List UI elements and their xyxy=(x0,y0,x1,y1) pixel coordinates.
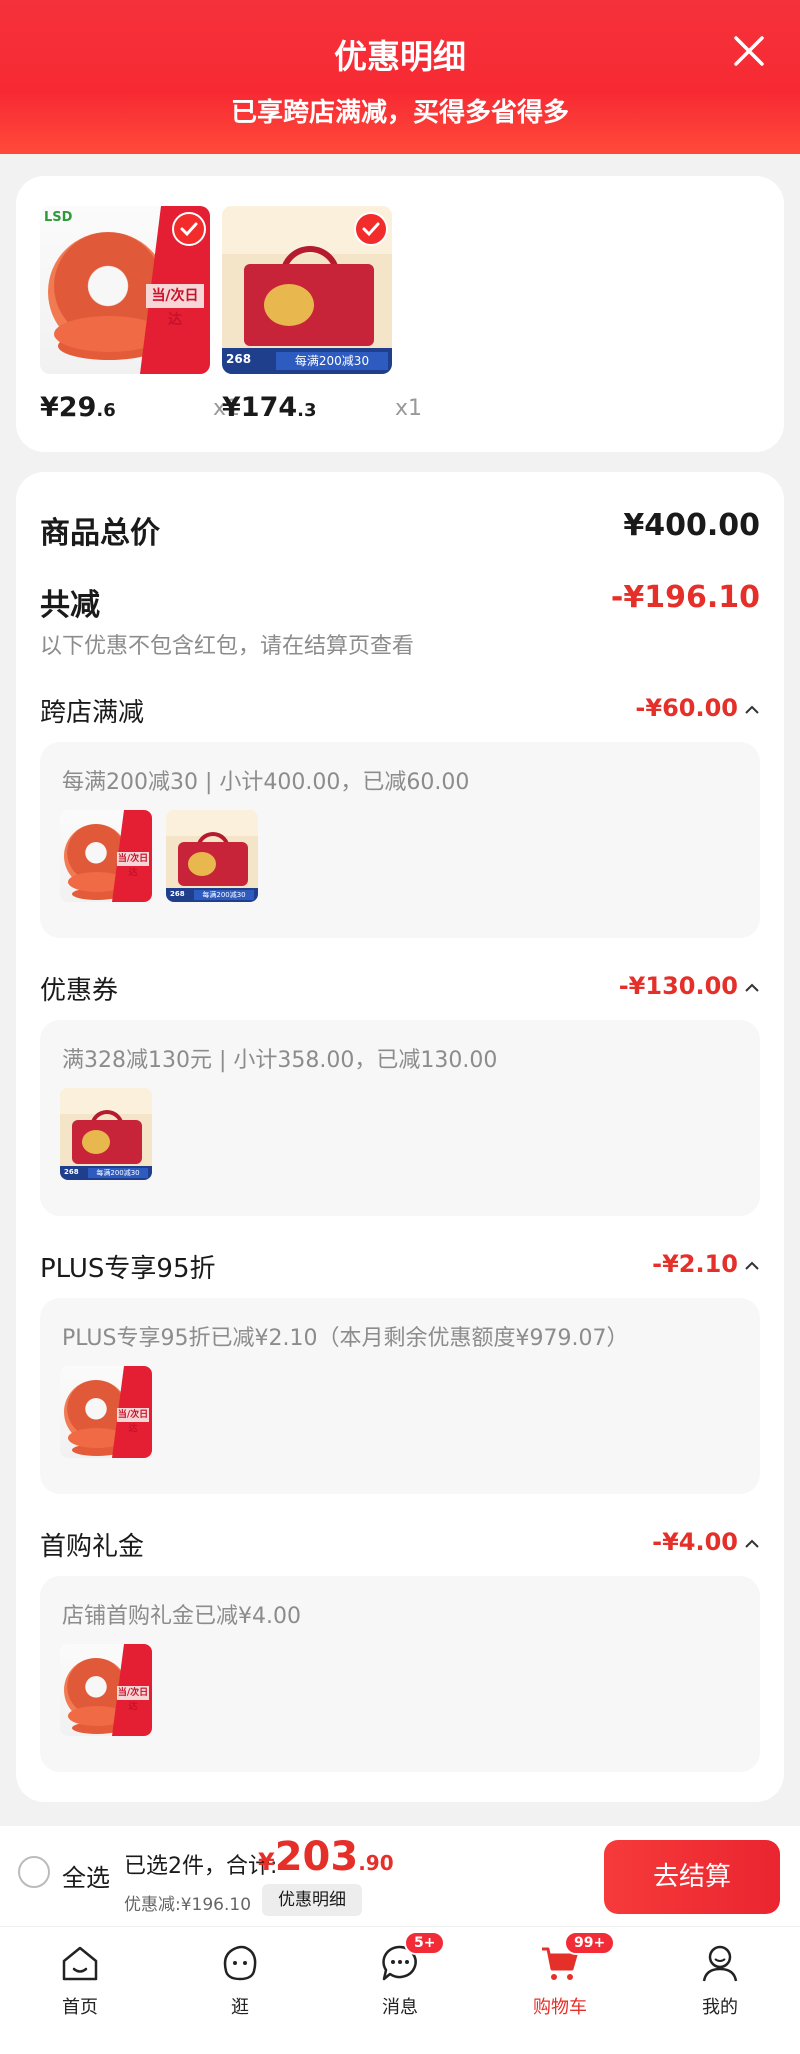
selected-products-card: 当/次日达 LSD ¥29.6 x1 268 每满200减30 ¥174.3 x1 xyxy=(16,176,784,452)
chevron-up-icon[interactable] xyxy=(744,980,760,996)
tab-label: 逛 xyxy=(231,1997,249,2018)
cart-badge: 99+ xyxy=(564,1931,616,1955)
checkout-button[interactable]: 去结算 xyxy=(604,1840,780,1914)
section-value: -¥130.00 xyxy=(618,972,738,1000)
selected-summary: 已选2件，合计: xyxy=(124,1854,278,1879)
tab-label: 消息 xyxy=(382,1997,418,2018)
section-cross-store-detail: 每满200减30 | 小计400.00，已减60.00 当/次日达 268 每满2… xyxy=(40,742,760,938)
tab-home[interactable]: 首页 xyxy=(20,1941,140,2019)
header: 优惠明细 已享跨店满减，买得多省得多 xyxy=(0,0,800,154)
checked-icon xyxy=(172,212,206,246)
total-price-value: ¥400.00 xyxy=(623,508,760,543)
discount-note: 以下优惠不包含红包，请在结算页查看 xyxy=(40,634,415,659)
message-icon: 5+ xyxy=(378,1931,446,1985)
product-thumb-tape: 当/次日达 xyxy=(60,1366,152,1458)
section-desc: PLUS专享95折已减¥2.10（本月剩余优惠额度¥979.07） xyxy=(62,1326,629,1351)
section-label: PLUS专享95折 xyxy=(40,1254,216,1284)
close-icon[interactable] xyxy=(728,30,770,72)
cart-icon: 99+ xyxy=(538,1931,616,1985)
message-badge: 5+ xyxy=(404,1931,446,1955)
discount-detail-button[interactable]: 优惠明细 xyxy=(262,1884,362,1916)
checkout-bar: 全选 已选2件，合计: ¥203.90 优惠减:¥196.10 优惠明细 去结算 xyxy=(0,1826,800,1926)
section-desc: 店铺首购礼金已减¥4.00 xyxy=(62,1604,301,1629)
section-desc: 满328减130元 | 小计358.00，已减130.00 xyxy=(62,1048,498,1073)
total-amount: ¥203.90 xyxy=(258,1834,394,1880)
section-value: -¥60.00 xyxy=(635,694,738,722)
select-all-radio[interactable] xyxy=(18,1856,50,1888)
section-coupon-header[interactable]: 优惠券 -¥130.00 xyxy=(40,970,760,1010)
product-thumb-tape: 当/次日达 xyxy=(60,1644,152,1736)
checked-icon xyxy=(354,212,388,246)
browse-icon xyxy=(218,1941,262,1985)
tab-browse[interactable]: 逛 xyxy=(180,1941,300,2019)
product-item[interactable]: 268 每满200减30 ¥174.3 x1 xyxy=(222,206,422,423)
total-reduce-value: -¥196.10 xyxy=(610,580,760,615)
total-price-label: 商品总价 xyxy=(40,516,160,551)
section-first-buy-detail: 店铺首购礼金已减¥4.00 当/次日达 xyxy=(40,1576,760,1772)
section-label: 首购礼金 xyxy=(40,1532,145,1562)
bottom-tab-bar: 首页 逛 5+ 消息 99+ 购物车 我的 xyxy=(0,1926,800,2054)
tab-profile[interactable]: 我的 xyxy=(660,1941,780,2019)
profile-icon xyxy=(698,1941,742,1985)
section-label: 跨店满减 xyxy=(40,698,145,728)
chevron-up-icon[interactable] xyxy=(744,1536,760,1552)
total-reduce-label: 共减 xyxy=(40,588,100,623)
product-item[interactable]: 当/次日达 LSD ¥29.6 x1 xyxy=(40,206,240,423)
chevron-up-icon[interactable] xyxy=(744,1258,760,1274)
product-price: ¥29.6 x1 xyxy=(40,392,240,423)
product-thumb-gift: 268 每满200减30 xyxy=(166,810,258,902)
product-image-gift: 268 每满200减30 xyxy=(222,206,392,374)
product-thumb-gift: 268 每满200减30 xyxy=(60,1088,152,1180)
section-label: 优惠券 xyxy=(40,976,119,1006)
product-thumb-tape: 当/次日达 xyxy=(60,810,152,902)
section-coupon-detail: 满328减130元 | 小计358.00，已减130.00 268 每满200减3… xyxy=(40,1020,760,1216)
section-plus-detail: PLUS专享95折已减¥2.10（本月剩余优惠额度¥979.07） 当/次日达 xyxy=(40,1298,760,1494)
discount-amount: 优惠减:¥196.10 xyxy=(124,1895,252,1915)
chevron-up-icon[interactable] xyxy=(744,702,760,718)
discount-summary-card: 商品总价 ¥400.00 共减 -¥196.10 以下优惠不包含红包，请在结算页… xyxy=(16,472,784,1802)
section-cross-store-header[interactable]: 跨店满减 -¥60.00 xyxy=(40,692,760,732)
select-all-label[interactable]: 全选 xyxy=(62,1858,110,1893)
tab-label: 我的 xyxy=(702,1997,738,2018)
page-subtitle: 已享跨店满减，买得多省得多 xyxy=(230,98,569,128)
section-desc: 每满200减30 | 小计400.00，已减60.00 xyxy=(62,770,470,795)
tab-label: 首页 xyxy=(62,1997,98,2018)
tab-messages[interactable]: 5+ 消息 xyxy=(340,1931,460,2019)
page-title: 优惠明细 xyxy=(334,37,466,76)
product-image-tape: 当/次日达 LSD xyxy=(40,206,210,374)
section-first-buy-header[interactable]: 首购礼金 -¥4.00 xyxy=(40,1526,760,1566)
home-icon xyxy=(58,1941,102,1985)
product-price: ¥174.3 x1 xyxy=(222,392,422,423)
section-plus-header[interactable]: PLUS专享95折 -¥2.10 xyxy=(40,1248,760,1288)
tab-cart[interactable]: 99+ 购物车 xyxy=(500,1931,620,2019)
tab-label: 购物车 xyxy=(533,1997,587,2018)
product-qty: x1 xyxy=(394,396,422,421)
